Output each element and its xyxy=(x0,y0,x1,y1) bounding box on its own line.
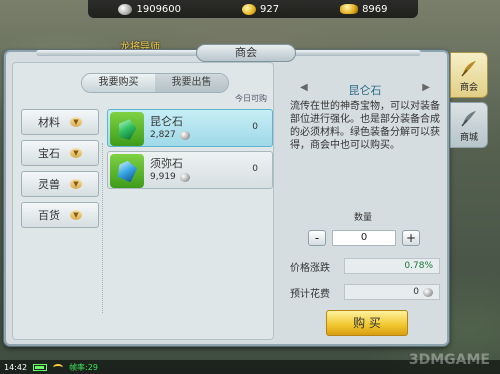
item-detail-area: ◀ 昆仑石 ▶ 流传在世的神奇宝物，可以对装备部位进行强化。也是部分装备合成的必… xyxy=(280,62,444,340)
item-price: 2,827 xyxy=(150,130,190,140)
silver-currency: 1909600 xyxy=(118,3,182,15)
category-pets[interactable]: 灵兽 ▼ xyxy=(21,171,99,197)
estimated-cost-value: 0 xyxy=(413,287,419,297)
estimated-cost-field: 0 xyxy=(344,284,440,300)
price-change-row: 价格涨跌 0.78% xyxy=(290,258,440,274)
quantity-plus-button[interactable]: + xyxy=(402,230,420,246)
clock-time: 14:42 xyxy=(4,362,28,372)
item-list-area: 我要购买 我要出售 今日可购 材料 ▼ 宝石 ▼ 灵兽 ▼ 百货 ▼ 昆仑石 2… xyxy=(12,62,274,340)
side-tab-bar: 商会 商城 xyxy=(450,52,488,152)
quantity-label: 数量 xyxy=(354,213,373,223)
quantity-input[interactable]: 0 xyxy=(332,230,396,246)
item-price-value: 9,919 xyxy=(150,172,176,182)
estimated-cost-row: 预计花费 0 xyxy=(290,284,440,300)
chevron-down-icon: ▼ xyxy=(70,117,82,127)
gold-coin-icon xyxy=(242,3,256,15)
wifi-icon xyxy=(53,363,64,371)
shop-panel: 商会 我要购买 我要出售 今日可购 材料 ▼ 宝石 ▼ 灵兽 ▼ 百货 ▼ 昆仑… xyxy=(4,44,449,346)
item-name: 昆仑石 xyxy=(150,115,183,128)
category-goods[interactable]: 百货 ▼ xyxy=(21,202,99,228)
ingot-currency: 8969 xyxy=(340,3,388,15)
category-label: 灵兽 xyxy=(38,178,60,191)
tab-sell[interactable]: 我要出售 xyxy=(155,74,228,92)
category-label: 材料 xyxy=(38,116,60,129)
side-tab-mall[interactable]: 商城 xyxy=(450,102,488,148)
side-tab-label: 商城 xyxy=(459,132,478,143)
quantity-stepper: - 0 + xyxy=(308,230,420,246)
buy-button[interactable]: 购 买 xyxy=(326,310,408,336)
blue-gem-icon xyxy=(116,159,139,183)
estimated-cost-label: 预计花费 xyxy=(290,288,330,300)
item-available-count: 0 xyxy=(252,164,258,174)
side-tab-label: 商会 xyxy=(459,82,478,93)
silver-coin-icon xyxy=(118,3,133,15)
silver-amount: 1909600 xyxy=(136,3,182,15)
prev-arrow-icon[interactable]: ◀ xyxy=(300,82,308,98)
side-tab-chamber[interactable]: 商会 xyxy=(450,52,488,98)
category-gems[interactable]: 宝石 ▼ xyxy=(21,140,99,166)
list-item-xumi-stone[interactable]: 须弥石 9,919 0 xyxy=(107,151,273,189)
chevron-down-icon: ▼ xyxy=(70,179,82,189)
quantity-minus-button[interactable]: - xyxy=(308,230,326,246)
category-label: 百货 xyxy=(38,209,60,222)
price-change-value: 0.78% xyxy=(344,258,440,274)
detail-header: ◀ 昆仑石 ▶ xyxy=(280,82,444,98)
panel-title: 商会 xyxy=(196,44,296,62)
list-item-kunlun-stone[interactable]: 昆仑石 2,827 0 xyxy=(107,109,273,147)
silver-coin-icon xyxy=(423,287,433,297)
watermark-logo: 3DMGAME xyxy=(408,352,490,368)
item-available-count: 0 xyxy=(252,122,258,132)
today-available-header: 今日可购 xyxy=(235,94,267,103)
gold-amount: 927 xyxy=(260,3,280,15)
fps-readout: 帧率:29 xyxy=(69,362,98,372)
gold-currency: 927 xyxy=(242,3,280,15)
silver-coin-icon xyxy=(179,172,190,182)
ingot-amount: 8969 xyxy=(362,3,388,15)
category-list: 材料 ▼ 宝石 ▼ 灵兽 ▼ 百货 ▼ xyxy=(21,109,99,233)
item-name: 须弥石 xyxy=(150,157,183,170)
feather-emblem-icon xyxy=(461,110,476,126)
item-list: 昆仑石 2,827 0 须弥石 9,919 0 xyxy=(107,109,273,193)
gold-ingot-icon xyxy=(340,4,359,14)
item-icon-frame xyxy=(110,112,144,146)
category-materials[interactable]: 材料 ▼ xyxy=(21,109,99,135)
item-description: 流传在世的神奇宝物，可以对装备部位进行强化。也是部分装备合成的必须材料。绿色装备… xyxy=(290,101,440,151)
item-price: 9,919 xyxy=(150,172,190,182)
battery-icon xyxy=(33,363,48,371)
buy-sell-tabs: 我要购买 我要出售 xyxy=(81,73,229,93)
next-arrow-icon[interactable]: ▶ xyxy=(422,82,430,98)
category-label: 宝石 xyxy=(38,147,60,160)
item-icon-frame xyxy=(110,154,144,188)
currency-bar: 1909600 927 8969 xyxy=(88,0,418,18)
feather-emblem-icon xyxy=(461,60,476,76)
green-gem-icon xyxy=(116,117,139,141)
silver-coin-icon xyxy=(179,130,190,140)
chevron-down-icon: ▼ xyxy=(70,210,82,220)
detail-item-name: 昆仑石 xyxy=(348,84,382,97)
list-divider xyxy=(102,143,106,313)
chevron-down-icon: ▼ xyxy=(70,148,82,158)
tab-buy[interactable]: 我要购买 xyxy=(82,74,155,92)
item-price-value: 2,827 xyxy=(150,130,176,140)
price-change-label: 价格涨跌 xyxy=(290,262,330,274)
